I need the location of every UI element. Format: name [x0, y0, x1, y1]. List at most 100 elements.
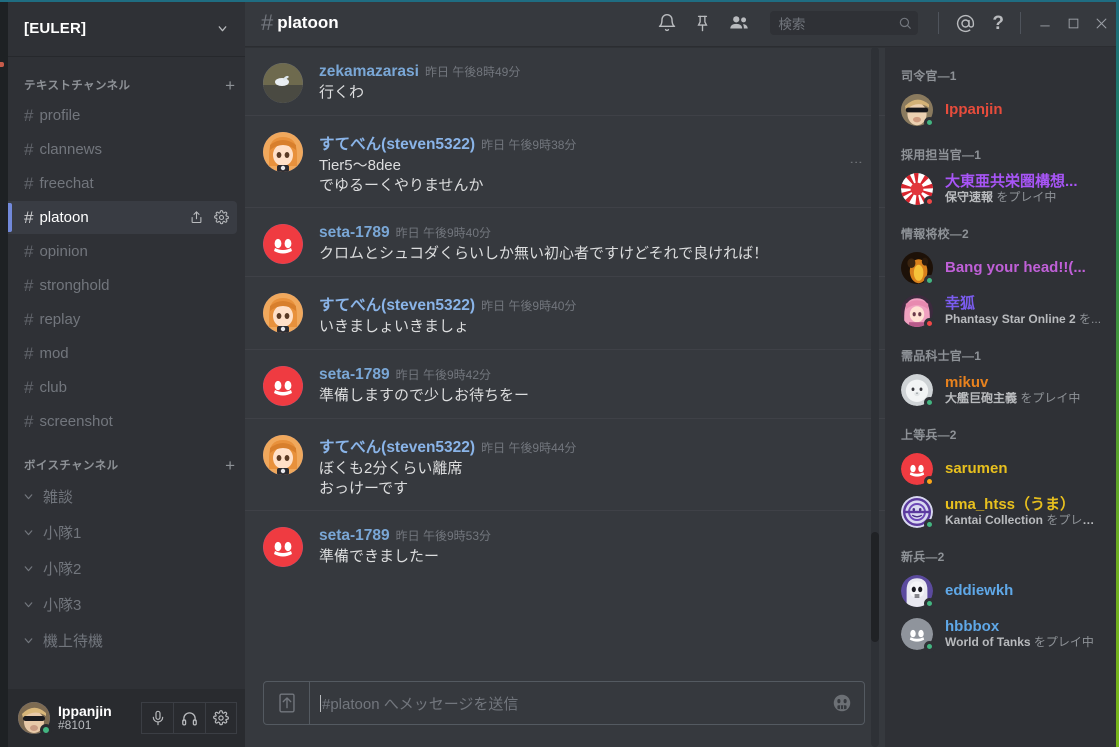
member-list-item[interactable]: 幸狐 Phantasy Star Online 2 を... [885, 290, 1111, 332]
scrollbar-thumb[interactable] [871, 532, 879, 642]
sidebar-voice-channel-小隊1[interactable]: 小隊1 [8, 514, 237, 550]
category-text-channels[interactable]: テキストチャンネル + [8, 72, 245, 98]
member-name: eddiewkh [945, 582, 1014, 600]
avatar[interactable] [18, 702, 52, 736]
message-item[interactable]: すてべん(steven5322) 昨日 午後9時40分 いきましょいきましょ [245, 276, 885, 349]
sidebar-channel-freechat[interactable]: # freechat [8, 167, 237, 200]
sidebar-channel-club[interactable]: # club [8, 371, 237, 404]
sidebar-channel-stronghold[interactable]: # stronghold [8, 269, 237, 302]
avatar[interactable] [263, 434, 303, 475]
message-more-options-icon[interactable]: ⋮ [849, 156, 864, 169]
channel-list[interactable]: テキストチャンネル + # profile # clannews # freechat # p… [8, 56, 245, 689]
avatar[interactable] [263, 224, 303, 265]
upload-arrow-icon[interactable] [264, 682, 310, 724]
pin-icon[interactable] [693, 14, 712, 33]
member-list-item[interactable]: sarumen [885, 448, 1111, 490]
member-info: sarumen [945, 460, 1103, 477]
member-list-item[interactable]: hbbbox World of Tanks をプレイ中 [885, 613, 1111, 655]
message-author[interactable]: seta-1789 [319, 527, 390, 545]
members-icon[interactable] [728, 12, 750, 34]
voice-channel-label: 雑談 [43, 488, 74, 506]
message-composer[interactable]: #platoon へメッセージを送信 [263, 681, 865, 725]
sidebar-channel-screenshot[interactable]: # screenshot [8, 405, 237, 438]
avatar[interactable] [263, 63, 303, 103]
category-voice-channels[interactable]: ボイスチャンネル + [8, 452, 245, 478]
invite-icon[interactable] [189, 210, 204, 225]
guild-header[interactable]: [EULER] [8, 0, 245, 56]
member-list-item[interactable]: uma_htss（うま） Kantai Collection をプレイ中 [885, 491, 1111, 533]
message-author[interactable]: seta-1789 [319, 366, 390, 384]
sidebar-channel-opinion[interactable]: # opinion [8, 235, 237, 268]
plus-icon[interactable]: + [225, 77, 235, 94]
emoji-icon[interactable] [820, 682, 864, 724]
sidebar-voice-channel-小隊2[interactable]: 小隊2 [8, 550, 237, 586]
close-icon[interactable] [1087, 8, 1115, 38]
mention-icon[interactable] [955, 13, 976, 34]
message-item[interactable]: seta-1789 昨日 午後9時42分 準備しますので少しお待ちをー [245, 348, 885, 418]
message-timestamp: 昨日 午後8時49分 [424, 65, 521, 79]
search-input[interactable]: 検索 [770, 11, 919, 35]
message-input[interactable]: #platoon へメッセージを送信 [310, 682, 820, 724]
member-list-item[interactable]: Ippanjin [885, 89, 1111, 131]
sidebar-voice-channel-小隊3[interactable]: 小隊3 [8, 586, 237, 622]
member-group-title: 司令官—1 [901, 69, 957, 83]
member-activity: 大艦巨砲主義 をプレイ中 [945, 392, 1081, 406]
search-icon[interactable] [898, 16, 912, 30]
status-indicator [924, 598, 935, 609]
settings-gear-icon[interactable] [214, 210, 229, 225]
message-item[interactable]: seta-1789 昨日 午後9時40分 クロムとシュコダくらいしか無い初心者ですけ… [245, 207, 885, 276]
avatar[interactable] [263, 131, 303, 172]
headphones-icon[interactable] [173, 702, 205, 734]
member-activity-suffix: をプレイ中 [1017, 392, 1081, 406]
member-info: uma_htss（うま） Kantai Collection をプレイ中 [945, 496, 1103, 528]
message-body: seta-1789 昨日 午後9時42分 準備しますので少しお待ちをー [319, 366, 845, 414]
message-text: 準備できましたー [319, 548, 440, 566]
avatar [901, 94, 935, 128]
server-rail[interactable] [0, 0, 8, 747]
message-author[interactable]: zekamazarasi [319, 63, 419, 81]
message-item[interactable]: すてべん(steven5322) 昨日 午後9時38分 Tier5〜8dee でゆるー… [245, 114, 885, 208]
message-item[interactable]: zekamazarasi 昨日 午後8時49分 行くわ [245, 47, 885, 115]
message-author[interactable]: すてべん(steven5322) [319, 293, 475, 315]
message-author[interactable]: seta-1789 [319, 224, 390, 242]
message-author[interactable]: すてべん(steven5322) [319, 132, 475, 154]
help-icon[interactable]: ? [992, 14, 1004, 33]
member-list-item[interactable]: mikuv 大艦巨砲主義 をプレイ中 [885, 369, 1111, 411]
message-header: すてべん(steven5322) 昨日 午後9時44分 [319, 435, 845, 457]
sidebar-channel-profile[interactable]: # profile [8, 99, 237, 132]
avatar[interactable] [263, 365, 303, 406]
sidebar-channel-clannews[interactable]: # clannews [8, 133, 237, 166]
sidebar-voice-channel-雑談[interactable]: 雑談 [8, 478, 237, 514]
member-activity: Phantasy Star Online 2 を... [945, 313, 1102, 327]
sidebar-channel-platoon[interactable]: # platoon [8, 201, 237, 234]
message-text: 準備しますので少しお待ちをー [319, 386, 530, 404]
sidebar-channel-mod[interactable]: # mod [8, 337, 237, 370]
composer-wrap: #platoon へメッセージを送信 [245, 681, 885, 747]
scrollbar-track [871, 47, 879, 747]
message-author[interactable]: すてべん(steven5322) [319, 435, 475, 457]
sidebar-voice-channel-機上待機[interactable]: 機上待機 [8, 622, 237, 658]
microphone-icon[interactable] [141, 702, 173, 734]
message-text: ぼくも2分くらい離席 [319, 459, 463, 477]
composer-placeholder: #platoon へメッセージを送信 [322, 695, 519, 713]
maximize-icon[interactable] [1059, 8, 1087, 38]
avatar[interactable] [263, 527, 303, 568]
avatar[interactable] [263, 293, 303, 334]
member-list-item[interactable]: 大東亜共栄圏構想... 保守速報 をプレイ中 [885, 168, 1111, 210]
bell-icon[interactable] [657, 13, 677, 33]
member-list-item[interactable]: Bang your head!!(... [885, 247, 1111, 289]
member-list[interactable]: 司令官—1 Ippanjin 採用担当官—1 大東亜共栄圏構想... 保守速報 をプレイ… [885, 47, 1119, 747]
plus-icon[interactable]: + [225, 457, 235, 474]
chat-scrollbar[interactable] [871, 47, 879, 747]
sidebar-channel-replay[interactable]: # replay [8, 303, 237, 336]
message-list[interactable]: zekamazarasi 昨日 午後8時49分 行くわ すてべん(steven5322… [245, 47, 885, 681]
message-item[interactable]: seta-1789 昨日 午後9時53分 準備できましたー [245, 510, 885, 579]
avatar [901, 252, 935, 286]
settings-gear-icon[interactable] [205, 702, 237, 734]
message-item[interactable]: すてべん(steven5322) 昨日 午後9時44分 ぼくも2分くらい離席 おっけー… [245, 417, 885, 511]
member-group-gap [885, 534, 1119, 548]
minimize-icon[interactable] [1031, 8, 1059, 38]
user-panel: Ippanjin #8101 [8, 689, 245, 747]
member-list-item[interactable]: eddiewkh [885, 570, 1111, 612]
message-text: Tier5〜8dee [319, 156, 401, 174]
